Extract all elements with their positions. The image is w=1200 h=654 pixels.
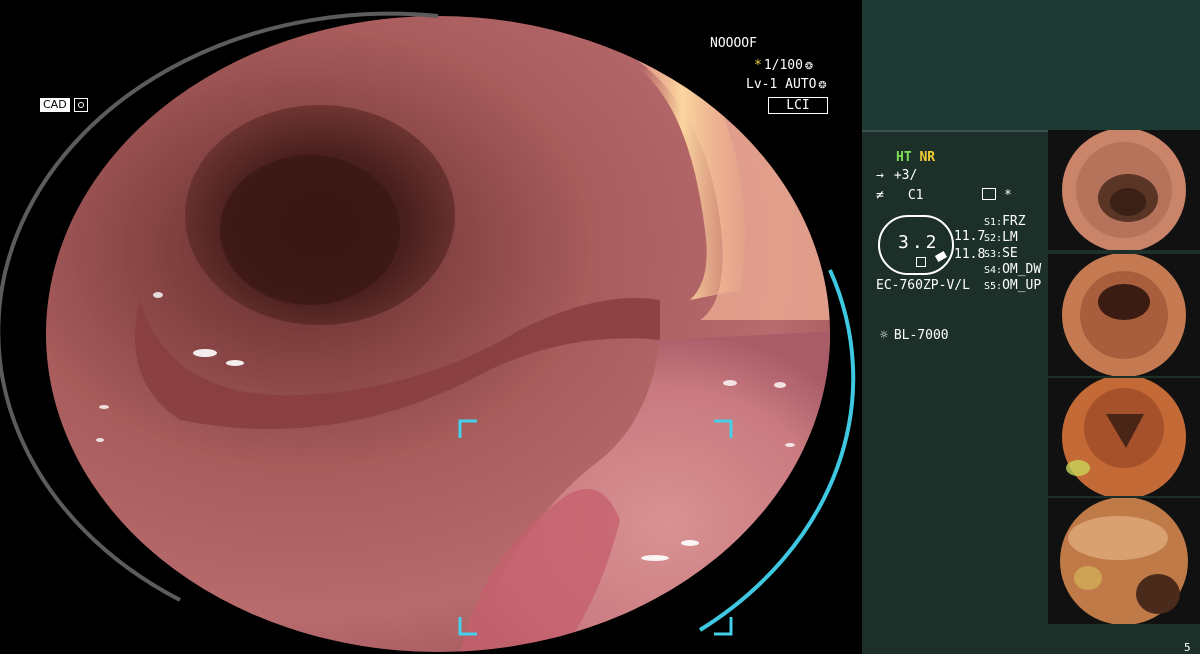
sun-icon: ☼ <box>880 328 888 343</box>
thumbnail-1[interactable] <box>1048 130 1200 250</box>
level-value: Lv-1 AUTO <box>746 77 817 92</box>
switch-key: S2: <box>984 233 1003 244</box>
light-source-value: BL-7000 <box>893 328 949 343</box>
shutter-value: 1/100 <box>763 58 803 73</box>
thumbnail-image <box>1048 130 1200 250</box>
recorder-icon <box>982 188 996 200</box>
aperture-icon: ❂ <box>818 77 827 92</box>
top-code: NOOOOF <box>710 36 757 51</box>
light-source-row: ☼ BL-7000 <box>880 328 949 343</box>
switch-item: S3:SE <box>984 246 1041 262</box>
switch-item: S2:LM <box>984 230 1041 246</box>
switch-item: S5:OM_UP <box>984 278 1041 294</box>
zoom-gauge: 3.2 <box>878 215 954 275</box>
aperture-icon: ❂ <box>804 58 813 73</box>
color-value: C1 <box>907 188 924 203</box>
color-icon: ≠ <box>876 188 884 203</box>
endoscope-main-view: CAD NOOOOF * 1/100 ❂ Lv-1 AUTO ❂ LCI <box>0 0 862 654</box>
level-readout: Lv-1 AUTO ❂ <box>746 77 826 92</box>
switch-key: S3: <box>984 249 1003 260</box>
shutter-readout: * 1/100 ❂ <box>754 58 813 73</box>
switch-label: SE <box>1002 246 1018 261</box>
color-row: ≠ C1 <box>876 188 923 203</box>
page-number: 5 <box>1184 641 1191 654</box>
nr-label: NR <box>919 150 936 165</box>
switch-label: FRZ <box>1002 214 1026 229</box>
ht-label: HT <box>896 150 912 165</box>
switch-key: S4: <box>984 265 1003 276</box>
thumbnail-2[interactable] <box>1048 254 1200 376</box>
asterisk-value: * <box>1004 188 1012 203</box>
switch-label: OM_DW <box>1002 262 1042 277</box>
mode-lci-box: LCI <box>768 97 828 114</box>
cad-detection-box <box>458 419 733 636</box>
ht-nr-indicators: HT NR <box>896 150 935 165</box>
switch-label: OM_UP <box>1002 278 1042 293</box>
value-2: 11.8 <box>954 247 986 262</box>
side-panel-header-area <box>862 0 1200 130</box>
star-icon: * <box>754 58 762 73</box>
thumbnail-3[interactable] <box>1048 378 1200 496</box>
switch-item: S1:FRZ <box>984 214 1041 230</box>
target-icon <box>73 98 88 112</box>
cad-label: CAD <box>40 98 70 112</box>
thumbnail-image <box>1048 378 1200 496</box>
enhance-row: → +3/ <box>876 168 917 183</box>
zoom-value: 3.2 <box>898 232 940 253</box>
switch-list: S1:FRZ S2:LM S3:SE S4:OM_DW S5:OM_UP <box>984 214 1041 294</box>
switch-key: S1: <box>984 217 1003 228</box>
switch-label: LM <box>1002 230 1018 245</box>
thumbnail-image <box>1048 498 1200 624</box>
enhance-icon: → <box>876 168 884 183</box>
record-row: * <box>982 188 1012 203</box>
cad-indicator: CAD <box>40 98 88 112</box>
scope-model: EC-760ZP-V/L <box>876 278 970 293</box>
switch-key: S5: <box>984 281 1003 292</box>
zoom-marker-icon <box>916 257 926 267</box>
value-1: 11.7 <box>954 229 986 244</box>
side-info-panel: HT NR → +3/ ≠ C1 * 3.2 11.7 11.8 S1:FRZ … <box>862 0 1200 654</box>
thumbnail-image <box>1048 254 1200 376</box>
thumbnail-4[interactable] <box>1048 498 1200 624</box>
enhance-value: +3/ <box>893 168 918 183</box>
switch-item: S4:OM_DW <box>984 262 1041 278</box>
